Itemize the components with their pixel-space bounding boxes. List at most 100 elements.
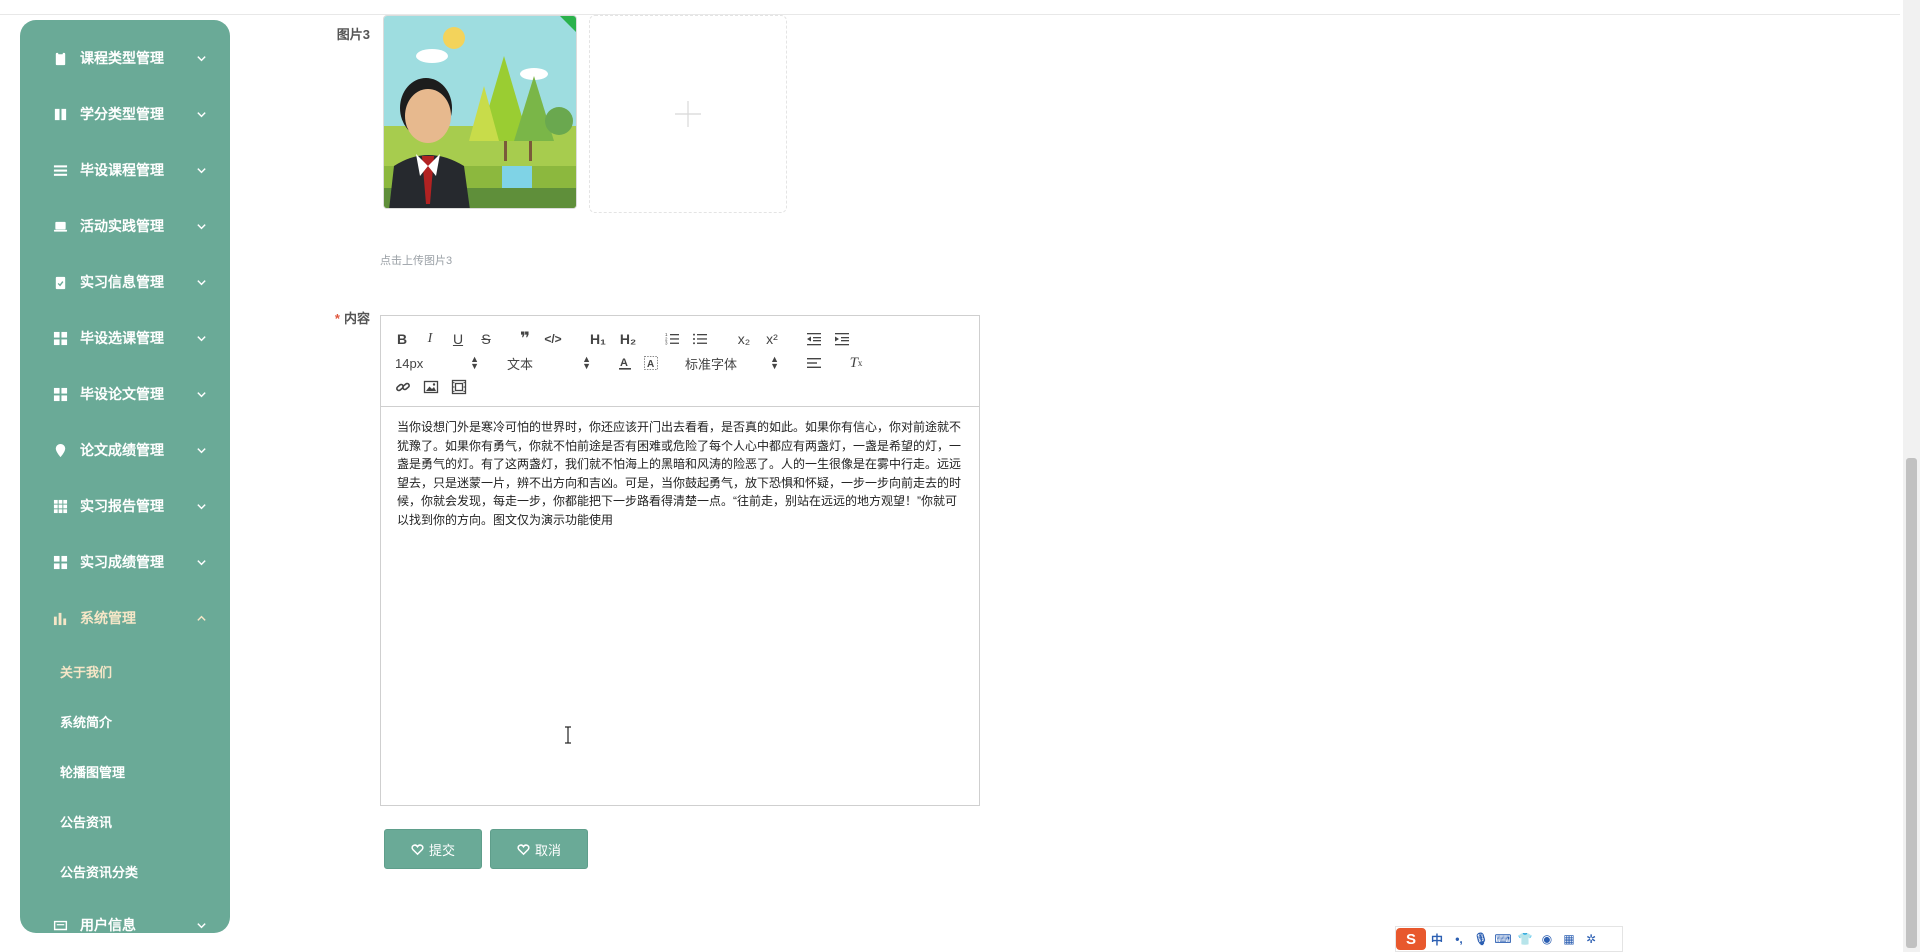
- sidebar-item-internship-grade[interactable]: 实习成绩管理: [20, 534, 230, 590]
- ordered-list-icon[interactable]: 123: [663, 328, 681, 350]
- sidebar-item-system[interactable]: 系统管理: [20, 590, 230, 646]
- chevron-down-icon: [196, 108, 208, 120]
- bullet-list-icon[interactable]: [691, 328, 709, 350]
- ime-lang-toggle[interactable]: 中: [1426, 928, 1448, 950]
- image-upload-tip: 点击上传图片3: [380, 255, 453, 267]
- chevron-down-icon: [196, 500, 208, 512]
- link-icon[interactable]: [395, 376, 411, 398]
- robot-icon[interactable]: ◉: [1536, 928, 1558, 950]
- submit-button[interactable]: 提交: [384, 829, 482, 869]
- list-icon: [52, 162, 68, 178]
- font-size-select[interactable]: 14px ▲ ▼: [395, 352, 479, 374]
- sidebar-item-label: 论文成绩管理: [80, 442, 164, 458]
- video-insert-icon[interactable]: [451, 376, 467, 398]
- sidebar-item-label: 课程类型管理: [80, 50, 164, 66]
- sidebar-item-label: 用户信息: [80, 917, 136, 933]
- sidebar-item-activity[interactable]: 活动实践管理: [20, 198, 230, 254]
- sidebar-item-internship-info[interactable]: 实习信息管理: [20, 254, 230, 310]
- laptop-icon: [52, 218, 68, 234]
- image-insert-icon[interactable]: [423, 376, 439, 398]
- sidebar-item-user-info[interactable]: 用户信息: [20, 897, 230, 933]
- microphone-icon[interactable]: 🎙: [1470, 928, 1492, 950]
- cancel-button-label: 取消: [534, 842, 561, 858]
- heading-2-icon[interactable]: H₂: [619, 328, 637, 350]
- background-color-icon[interactable]: A: [643, 352, 659, 374]
- subscript-icon[interactable]: x₂: [735, 328, 753, 350]
- sidebar-item-thesis-paper[interactable]: 毕设论文管理: [20, 366, 230, 422]
- align-icon[interactable]: [805, 352, 823, 374]
- image-upload-button[interactable]: [589, 15, 787, 213]
- sidebar: 课程类型管理 学分类型管理 毕设课程管理 活动实践管理 实习信息管理 毕设选课管…: [20, 20, 230, 933]
- sidebar-item-label: 毕设课程管理: [80, 162, 164, 178]
- heart-icon: [411, 843, 424, 855]
- settings-icon[interactable]: ✲: [1580, 928, 1602, 950]
- rich-text-editor: B I U S ❞ </> H₁ H₂ 123 x₂ x² 14px ▲ ▼ 文本 ▲…: [380, 315, 980, 806]
- outdent-icon[interactable]: [805, 328, 823, 350]
- uploaded-image-thumbnail[interactable]: [383, 15, 577, 209]
- sidebar-item-label: 活动实践管理: [80, 218, 164, 234]
- sidebar-subitem-news-category[interactable]: 公告资讯分类: [20, 846, 230, 896]
- bold-icon[interactable]: B: [395, 328, 409, 350]
- sidebar-item-thesis-course[interactable]: 毕设课程管理: [20, 142, 230, 198]
- sidebar-subitem-news[interactable]: 公告资讯: [20, 796, 230, 846]
- grid-icon: [52, 554, 68, 570]
- sogou-logo-icon[interactable]: S: [1396, 928, 1426, 950]
- clipboard-icon: [52, 50, 68, 66]
- ime-punct-toggle[interactable]: •,: [1448, 928, 1470, 950]
- chevron-down-icon: [196, 164, 208, 176]
- sidebar-subitem-about[interactable]: 关于我们: [20, 646, 230, 696]
- sidebar-item-internship-report[interactable]: 实习报告管理: [20, 478, 230, 534]
- chevron-down-icon: [196, 220, 208, 232]
- sidebar-item-credit-type[interactable]: 学分类型管理: [20, 86, 230, 142]
- code-block-icon[interactable]: </>: [544, 328, 561, 350]
- heart-icon: [517, 843, 530, 855]
- uploaded-image: [384, 16, 576, 208]
- clear-format-icon[interactable]: Tx: [847, 352, 865, 374]
- image-field-label: 图片3: [336, 27, 370, 42]
- sidebar-item-paper-grade[interactable]: 论文成绩管理: [20, 422, 230, 478]
- font-family-value: 标准字体: [685, 356, 738, 372]
- sidebar-item-thesis-selection[interactable]: 毕设选课管理: [20, 310, 230, 366]
- plus-icon: [675, 101, 701, 127]
- sidebar-item-label: 实习报告管理: [80, 498, 164, 514]
- superscript-icon[interactable]: x²: [763, 328, 781, 350]
- chevron-down-icon: [196, 388, 208, 400]
- table-icon: [52, 498, 68, 514]
- required-mark: *: [334, 311, 340, 326]
- apps-icon[interactable]: ▦: [1558, 928, 1580, 950]
- chevron-down-icon: [196, 556, 208, 568]
- chevron-down-icon: [196, 276, 208, 288]
- clipboard-check-icon: [52, 274, 68, 290]
- submit-button-label: 提交: [428, 842, 455, 858]
- editor-content[interactable]: 当你设想门外是寒冷可怕的世界时，你还应该开门出去看看，是否真的如此。如果你有信心…: [397, 418, 963, 529]
- select-arrows-icon: ▲ ▼: [582, 354, 591, 371]
- chevron-down-icon: [196, 444, 208, 456]
- svg-text:3: 3: [665, 341, 668, 346]
- sidebar-item-label: 学分类型管理: [80, 106, 164, 122]
- strikethrough-icon[interactable]: S: [479, 328, 493, 350]
- bar-chart-icon: [52, 610, 68, 626]
- blockquote-icon[interactable]: ❞: [517, 328, 533, 350]
- grid-icon: [52, 330, 68, 346]
- indent-icon[interactable]: [833, 328, 851, 350]
- sidebar-subitem-intro[interactable]: 系统简介: [20, 696, 230, 746]
- scrollbar-thumb[interactable]: [1906, 458, 1917, 948]
- content-label-text: 内容: [343, 311, 370, 326]
- top-border: [0, 0, 1900, 15]
- editor-toolbar: B I U S ❞ </> H₁ H₂ 123 x₂ x² 14px ▲ ▼ 文本 ▲…: [381, 316, 979, 407]
- book-icon: [52, 106, 68, 122]
- keyboard-icon[interactable]: ⌨: [1492, 928, 1514, 950]
- select-arrows-icon: ▲ ▼: [770, 354, 779, 371]
- skin-icon[interactable]: 👕: [1514, 928, 1536, 950]
- page-scrollbar[interactable]: [1903, 0, 1920, 952]
- heading-1-icon[interactable]: H₁: [589, 328, 607, 350]
- font-color-icon[interactable]: A: [617, 352, 633, 374]
- italic-icon[interactable]: I: [423, 328, 437, 350]
- cancel-button[interactable]: 取消: [490, 829, 588, 869]
- sidebar-item-course-type[interactable]: 课程类型管理: [20, 30, 230, 86]
- underline-icon[interactable]: U: [451, 328, 465, 350]
- block-format-select[interactable]: 文本 ▲ ▼: [507, 352, 591, 374]
- sidebar-subitem-carousel[interactable]: 轮播图管理: [20, 746, 230, 796]
- font-family-select[interactable]: 标准字体 ▲ ▼: [685, 352, 779, 374]
- content-field-label: * 内容: [318, 308, 370, 327]
